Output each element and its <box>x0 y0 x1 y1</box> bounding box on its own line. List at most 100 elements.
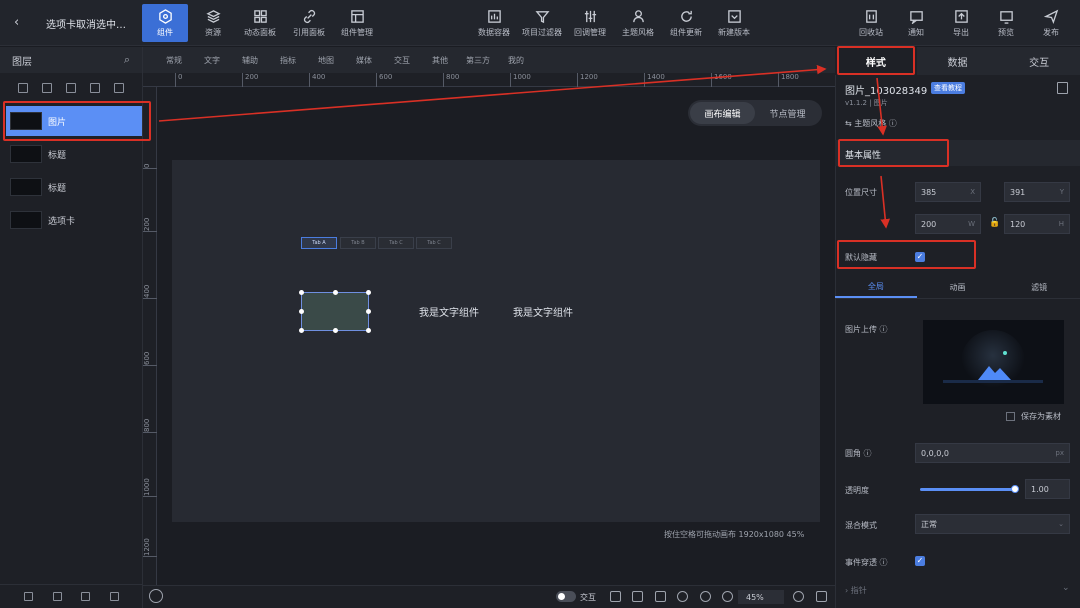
toolbar-ref-panel-button[interactable]: 引用面板 <box>286 4 332 42</box>
tab-data[interactable]: 数据 <box>917 47 999 75</box>
move-top-icon[interactable] <box>18 83 28 93</box>
tab-interaction[interactable]: 交互 <box>998 47 1080 75</box>
toolbar-component-manage-button[interactable]: 组件管理 <box>334 4 380 42</box>
corner-label: 圆角 ⓘ <box>845 449 872 458</box>
canvas-tab-c[interactable]: Tab C <box>378 237 414 249</box>
toolbar-theme-button[interactable]: 主题风格 <box>615 4 661 42</box>
back-icon[interactable]: ‹ <box>14 15 19 30</box>
pin-icon[interactable] <box>23 592 33 601</box>
canvas-tab-d[interactable]: Tab C <box>416 237 452 249</box>
tutorial-badge[interactable]: 查看教程 <box>931 82 965 94</box>
fit-screen-icon[interactable] <box>816 591 827 602</box>
category-tab[interactable]: 我的 <box>497 55 535 66</box>
layer-item-title-1[interactable]: 标题 <box>6 139 142 169</box>
ungroup-icon[interactable] <box>90 83 100 93</box>
layout-icon[interactable] <box>610 591 621 602</box>
image-upload-preview[interactable] <box>923 320 1064 404</box>
toolbar-data-container-button[interactable]: 数据容器 <box>471 4 517 42</box>
help-icon[interactable]: ⓘ <box>880 325 888 334</box>
category-tab[interactable]: 交互 <box>383 55 421 66</box>
toolbar-component-button[interactable]: 组件 <box>142 4 188 42</box>
toolbar-new-version-button[interactable]: 新建版本 <box>711 4 757 42</box>
panel-toggle-icon[interactable] <box>655 591 666 602</box>
help-icon[interactable] <box>700 591 711 602</box>
list-icon[interactable] <box>114 83 124 93</box>
lock-icon[interactable] <box>52 592 62 601</box>
toolbar-resource-button[interactable]: 资源 <box>190 4 236 42</box>
resize-handle[interactable] <box>366 290 371 295</box>
theme-style-link[interactable]: ⇆ 主题风格 ⓘ <box>845 118 897 129</box>
resize-handle[interactable] <box>333 290 338 295</box>
toolbar-callback-button[interactable]: 回调管理 <box>567 4 613 42</box>
category-tab[interactable]: 地图 <box>307 55 345 66</box>
move-bottom-icon[interactable] <box>42 83 52 93</box>
delete-icon[interactable] <box>110 592 120 601</box>
corner-input[interactable]: 0,0,0,0 px <box>915 443 1070 463</box>
toolbar-update-button[interactable]: 组件更新 <box>663 4 709 42</box>
copy-name-icon[interactable] <box>1057 82 1068 94</box>
layer-item-title-2[interactable]: 标题 <box>6 172 142 202</box>
layer-item-tabs[interactable]: 选项卡 <box>6 205 142 235</box>
event-through-checkbox[interactable]: ✓ <box>915 556 925 566</box>
ruler-tick: 1800 <box>778 73 799 87</box>
resize-handle[interactable] <box>299 309 304 314</box>
node-manage-button[interactable]: 节点管理 <box>755 102 820 124</box>
canvas[interactable] <box>172 160 820 522</box>
subtab-global[interactable]: 全局 <box>835 277 917 298</box>
user-avatar-icon[interactable] <box>149 589 163 603</box>
group-icon[interactable] <box>66 83 76 93</box>
annotation-box-style-tab <box>837 46 915 75</box>
zoom-in-icon[interactable] <box>793 591 804 602</box>
pointer-section[interactable]: › 指针 <box>845 585 867 596</box>
toolbar-export-button[interactable]: 导出 <box>938 4 984 42</box>
height-input[interactable]: 120 H <box>1004 214 1070 234</box>
help-icon[interactable]: ⓘ <box>889 119 897 128</box>
resize-handle[interactable] <box>299 328 304 333</box>
opacity-slider-track[interactable] <box>920 488 1016 491</box>
resize-handle[interactable] <box>333 328 338 333</box>
toolbar-publish-button[interactable]: 发布 <box>1028 4 1074 42</box>
chevron-down-icon[interactable]: ⌄ <box>1062 583 1070 593</box>
canvas-tab-b[interactable]: Tab B <box>340 237 376 249</box>
canvas-tab-a[interactable]: Tab A <box>301 237 337 249</box>
opacity-input[interactable]: 1.00 <box>1025 479 1070 499</box>
toolbar-dynamic-panel-button[interactable]: 动态面板 <box>237 4 283 42</box>
screen-icon[interactable] <box>632 591 643 602</box>
category-tab[interactable]: 第三方 <box>459 55 497 66</box>
toolbar-preview-button[interactable]: 预览 <box>983 4 1029 42</box>
subtab-filter[interactable]: 滤镜 <box>998 277 1080 298</box>
category-tab[interactable]: 媒体 <box>345 55 383 66</box>
y-input[interactable]: 391 Y <box>1004 182 1070 202</box>
resize-handle[interactable] <box>366 309 371 314</box>
resize-handle[interactable] <box>366 328 371 333</box>
category-tab[interactable]: 文字 <box>193 55 231 66</box>
category-tab[interactable]: 其他 <box>421 55 459 66</box>
blend-mode-select[interactable]: 正常 ⌄ <box>915 514 1070 534</box>
toolbar-filter-button[interactable]: 项目过滤器 <box>519 4 565 42</box>
zoom-out-icon[interactable] <box>722 591 733 602</box>
x-input[interactable]: 385 X <box>915 182 981 202</box>
toolbar-notify-button[interactable]: 通知 <box>893 4 939 42</box>
text-component-1[interactable]: 我是文字组件 <box>419 304 479 319</box>
subtab-animation[interactable]: 动画 <box>917 277 999 298</box>
help-icon[interactable]: ⓘ <box>864 449 872 458</box>
interact-toggle[interactable] <box>556 591 576 602</box>
copy-icon[interactable] <box>81 592 91 601</box>
toolbar-trash-button[interactable]: 回收站 <box>848 4 894 42</box>
image-component-selected[interactable] <box>301 292 369 331</box>
resize-handle[interactable] <box>299 290 304 295</box>
shortcut-icon[interactable] <box>677 591 688 602</box>
help-icon[interactable]: ⓘ <box>880 558 888 567</box>
category-tab[interactable]: 常规 <box>155 55 193 66</box>
opacity-slider-handle[interactable] <box>1011 485 1019 493</box>
canvas-edit-button[interactable]: 画布编辑 <box>690 102 755 124</box>
lock-ratio-icon[interactable]: 🔓 <box>989 218 1000 228</box>
ruler-tick: 400 <box>143 277 157 299</box>
text-component-2[interactable]: 我是文字组件 <box>513 304 573 319</box>
width-input[interactable]: 200 W <box>915 214 981 234</box>
category-tab[interactable]: 指标 <box>269 55 307 66</box>
category-tab[interactable]: 辅助 <box>231 55 269 66</box>
zoom-level[interactable]: 45% <box>738 590 784 604</box>
save-material-checkbox[interactable] <box>1006 412 1015 421</box>
search-icon[interactable]: ⌕ <box>124 53 130 67</box>
